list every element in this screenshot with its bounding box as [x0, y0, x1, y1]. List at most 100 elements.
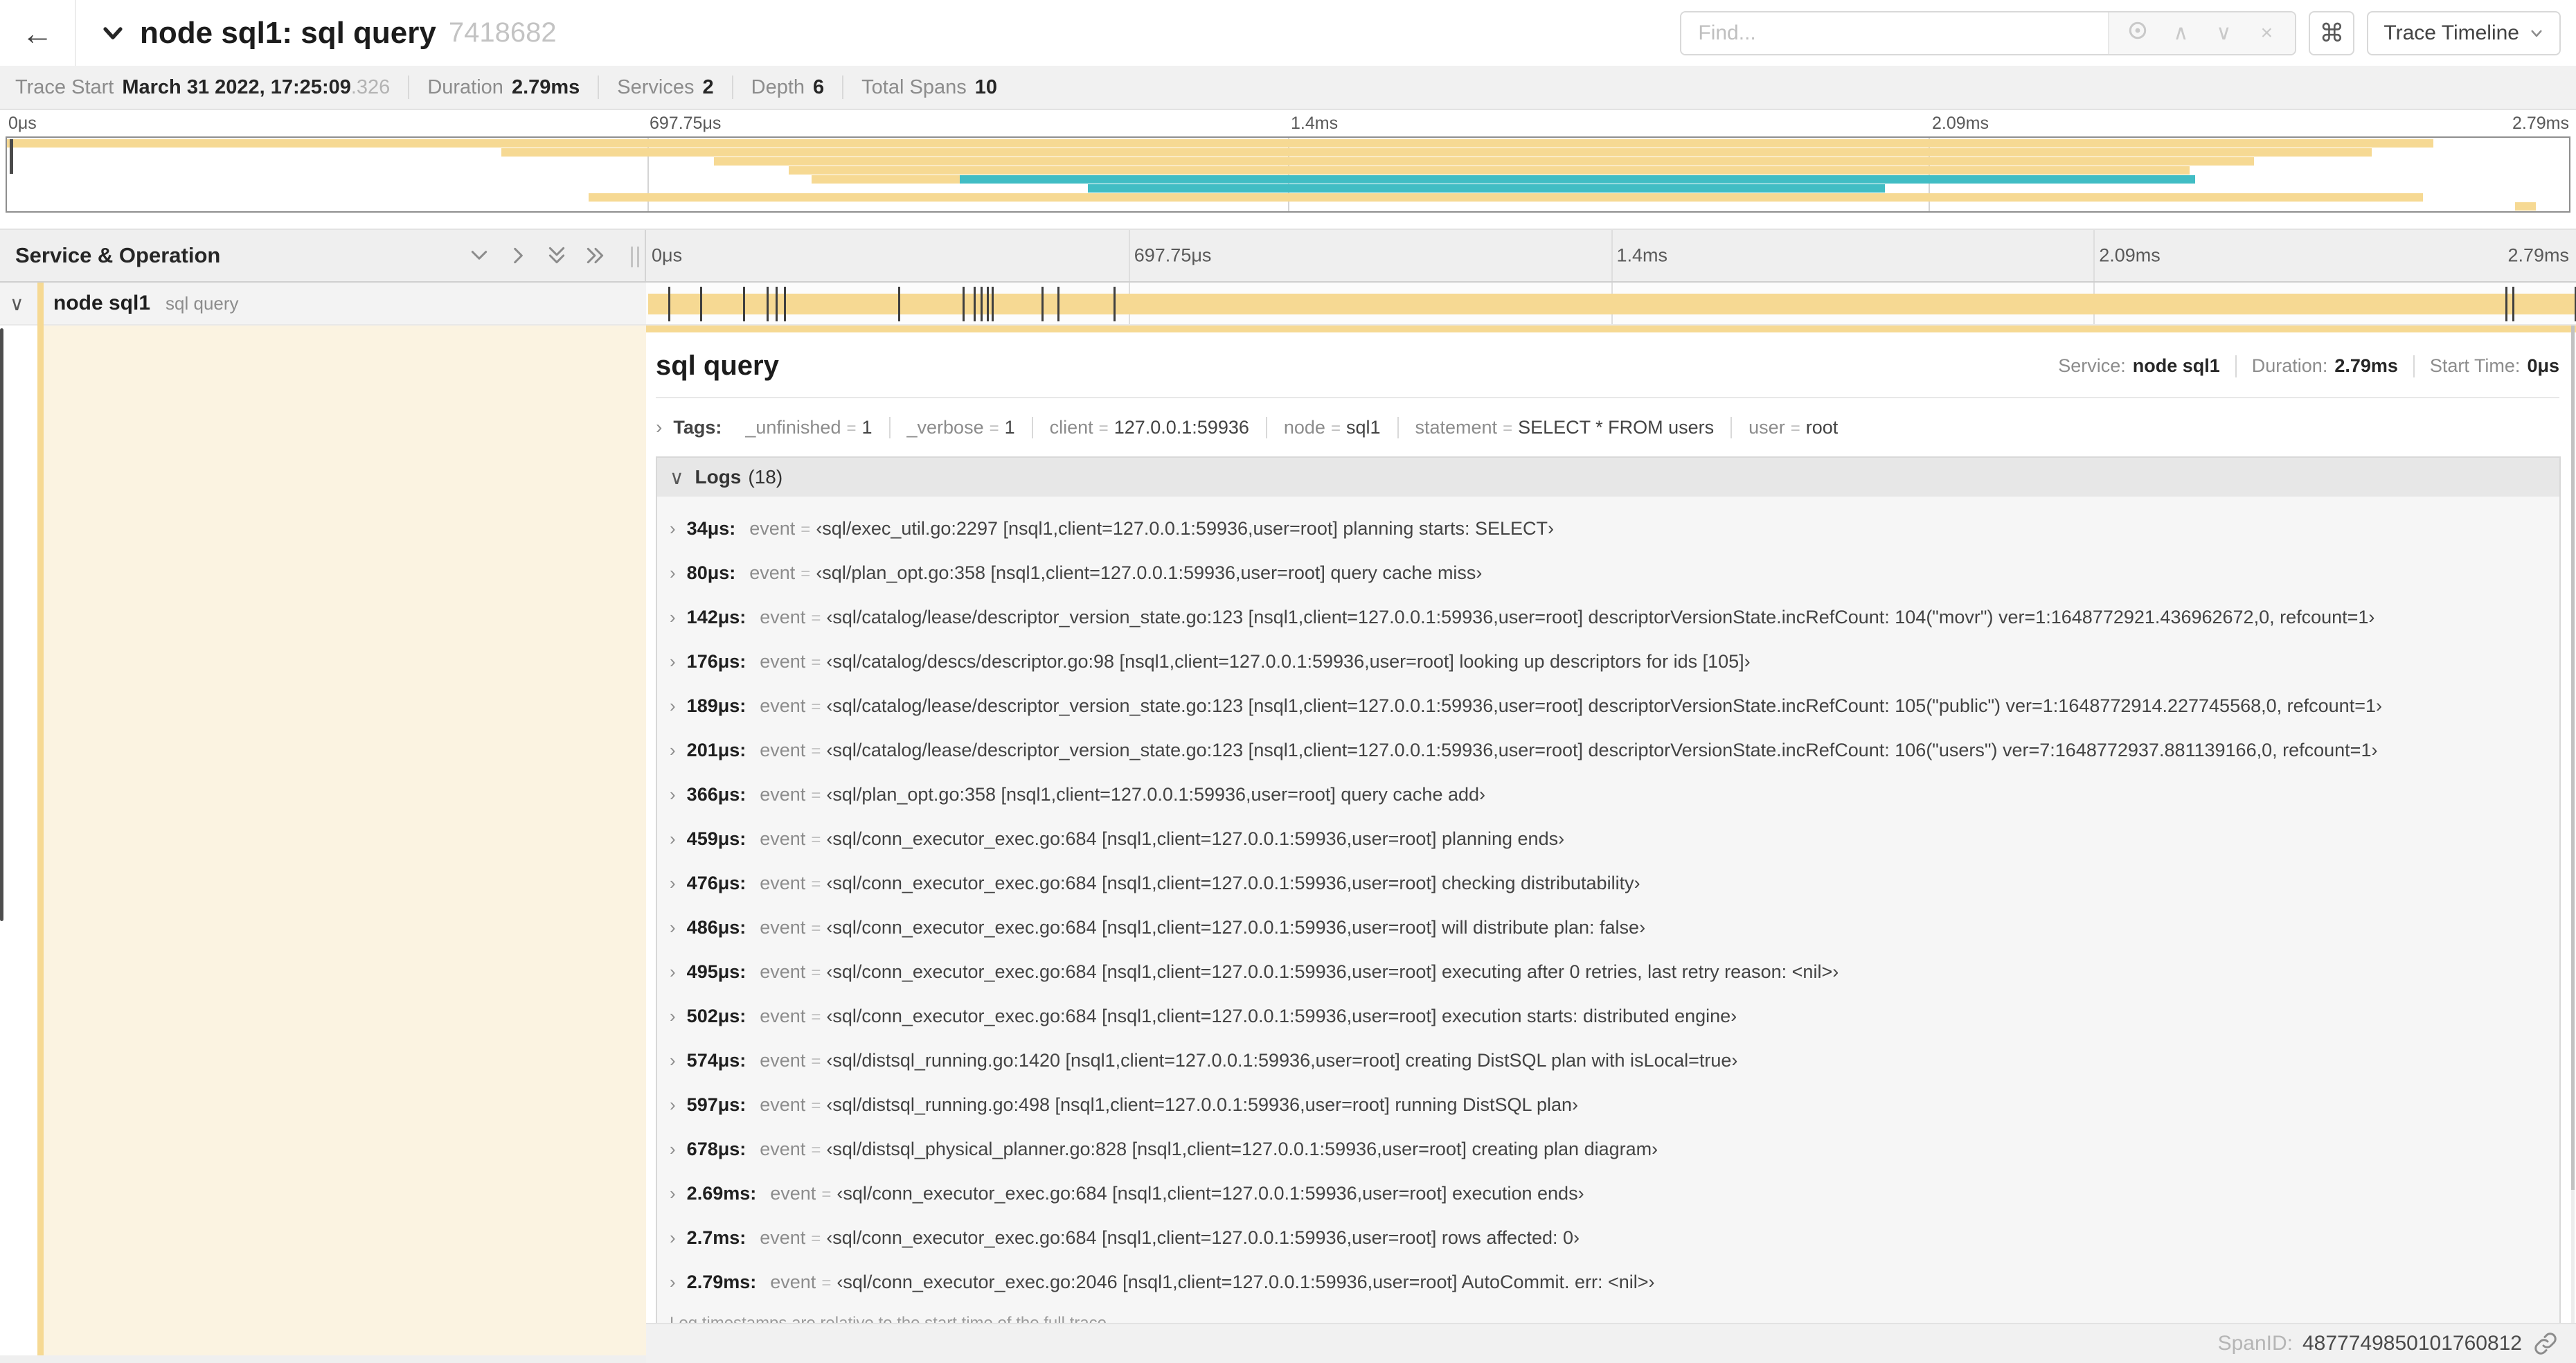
log-field: event = ‹sql/exec_util.go:2297 [nsql1,clie… — [749, 518, 1554, 540]
trace-collapse-chevron-icon[interactable] — [101, 21, 125, 45]
log-row[interactable]: › 2.7ms: event = ‹sql/conn_executor_exec.go:… — [657, 1215, 2559, 1260]
trace-minimap[interactable] — [6, 136, 2570, 213]
back-button[interactable]: ← — [0, 0, 76, 66]
stat-label: Service: — [2058, 355, 2126, 376]
span-row-name-cell[interactable]: ∨ node sql1 sql query — [0, 283, 646, 326]
locate-icon[interactable] — [2116, 20, 2159, 46]
find-prev-icon[interactable]: ∧ — [2159, 21, 2202, 45]
span-row-timeline-cell[interactable] — [646, 283, 2576, 324]
log-tick — [775, 287, 778, 321]
tag-item[interactable]: client = 127.0.0.1:59936 — [1031, 416, 1266, 438]
log-timestamp: 366μs: — [686, 783, 746, 805]
log-row[interactable]: › 476μs: event = ‹sql/conn_executor_exec.go:… — [657, 861, 2559, 905]
log-timestamp: 80μs: — [686, 562, 736, 583]
link-icon[interactable] — [2533, 1331, 2558, 1356]
ruler-tick-label: 2.79ms — [2507, 244, 2569, 266]
log-key: event — [760, 828, 806, 849]
collapse-one-icon[interactable] — [469, 245, 490, 266]
tag-item[interactable]: statement = SELECT * FROM users — [1397, 416, 1731, 438]
log-row[interactable]: › 201μs: event = ‹sql/catalog/lease/descript… — [657, 728, 2559, 772]
stat-value: node sql1 — [2132, 355, 2220, 376]
log-row[interactable]: › 189μs: event = ‹sql/catalog/lease/descript… — [657, 684, 2559, 728]
tag-item[interactable]: node = sql1 — [1265, 416, 1397, 438]
log-value: ‹sql/conn_executor_exec.go:684 [nsql1,cl… — [837, 1182, 1584, 1204]
log-tick — [992, 287, 994, 321]
find-clear-icon[interactable]: × — [2245, 21, 2288, 45]
log-value: ‹sql/conn_executor_exec.go:684 [nsql1,cl… — [826, 961, 1839, 982]
log-timestamp: 2.69ms: — [686, 1182, 757, 1204]
find-input[interactable] — [1681, 12, 2109, 54]
tags-label: Tags: — [673, 416, 722, 438]
log-row[interactable]: › 176μs: event = ‹sql/catalog/descs/descript… — [657, 639, 2559, 684]
log-key: event — [760, 872, 806, 893]
log-timestamp: 142μs: — [686, 606, 746, 627]
log-row[interactable]: › 2.79ms: event = ‹sql/conn_executor_exec.go… — [657, 1260, 2559, 1304]
minimap-drag-handle[interactable] — [10, 139, 13, 174]
log-value: ‹sql/catalog/lease/descriptor_version_st… — [826, 695, 2382, 716]
log-tick — [897, 287, 900, 321]
trace-meta-bar: Trace Start March 31 2022, 17:25:09.326 Du… — [0, 66, 2576, 110]
keyboard-shortcuts-button[interactable]: ⌘ — [2309, 10, 2355, 55]
log-field: event = ‹sql/catalog/lease/descriptor_vers… — [760, 695, 2382, 717]
equals-sign: = — [811, 697, 821, 716]
log-expand-chevron-icon: › — [670, 650, 676, 672]
log-row[interactable]: › 502μs: event = ‹sql/conn_executor_exec.go:… — [657, 994, 2559, 1038]
log-timestamp: 201μs: — [686, 739, 746, 760]
collapse-all-icon[interactable] — [546, 245, 567, 266]
log-row[interactable]: › 678μs: event = ‹sql/distsql_physical_plann… — [657, 1127, 2559, 1171]
divider — [656, 397, 2559, 398]
log-value: ‹sql/exec_util.go:2297 [nsql1,client=127… — [816, 517, 1554, 539]
log-row[interactable]: › 597μs: event = ‹sql/distsql_running.go:498… — [657, 1083, 2559, 1127]
detail-operation-title: sql query — [656, 350, 779, 381]
log-key: event — [760, 1138, 806, 1159]
log-row[interactable]: › 574μs: event = ‹sql/distsql_running.go:142… — [657, 1038, 2559, 1083]
equals-sign: = — [989, 418, 999, 438]
right-scrollbar-thumb[interactable] — [2571, 326, 2575, 1190]
logs-header[interactable]: ∨ Logs (18) — [657, 458, 2559, 497]
tags-row[interactable]: › Tags: _unfinished = 1 _verbose = 1 client = 12… — [656, 416, 2576, 438]
detail-header: sql query Service: node sql1 Duration: 2.79… — [656, 350, 2576, 382]
view-dropdown-label: Trace Timeline — [2383, 21, 2519, 44]
log-row[interactable]: › 486μs: event = ‹sql/conn_executor_exec.go:… — [657, 905, 2559, 950]
log-row[interactable]: › 34μs: event = ‹sql/exec_util.go:2297 [nsql… — [657, 506, 2559, 551]
log-timestamp: 176μs: — [686, 650, 746, 672]
log-row[interactable]: › 80μs: event = ‹sql/plan_opt.go:358 [nsql1,… — [657, 551, 2559, 595]
ruler-tick-label: 697.75μs — [1134, 244, 1212, 266]
log-row[interactable]: › 459μs: event = ‹sql/conn_executor_exec.go:… — [657, 817, 2559, 861]
log-value: ‹sql/conn_executor_exec.go:2046 [nsql1,c… — [837, 1271, 1655, 1292]
expand-all-icon[interactable] — [585, 245, 606, 266]
span-row: ∨ node sql1 sql query — [0, 283, 2576, 326]
span-duration-bar[interactable] — [648, 294, 2576, 314]
expand-one-icon[interactable] — [508, 245, 528, 266]
log-field: event = ‹sql/conn_executor_exec.go:684 [ns… — [760, 1227, 1580, 1249]
equals-sign: = — [811, 785, 821, 805]
equals-sign: = — [821, 1184, 832, 1204]
log-row[interactable]: › 495μs: event = ‹sql/conn_executor_exec.go:… — [657, 950, 2559, 994]
log-key: event — [760, 606, 806, 627]
equals-sign: = — [821, 1273, 832, 1292]
log-tick — [2512, 287, 2515, 321]
ruler-tick-label: 1.4ms — [1616, 244, 1668, 266]
log-row[interactable]: › 142μs: event = ‹sql/catalog/lease/descript… — [657, 595, 2559, 639]
tag-item[interactable]: _verbose = 1 — [888, 416, 1032, 438]
meta-label: Services — [617, 75, 695, 98]
column-resize-grip[interactable] — [631, 247, 639, 267]
equals-sign: = — [811, 741, 821, 760]
equals-sign: = — [811, 874, 821, 893]
timeline-header-row: Service & Operation 0μs 697.75μs 1.4ms 2… — [0, 229, 2576, 283]
logs-block: ∨ Logs (18) › 34μs: event = ‹sql/exec_util.g… — [656, 456, 2561, 1348]
log-row[interactable]: › 366μs: event = ‹sql/plan_opt.go:358 [nsql1… — [657, 772, 2559, 817]
tag-item[interactable]: user = root — [1730, 416, 1854, 438]
find-next-icon[interactable]: ∨ — [2202, 21, 2245, 45]
minimap-span-bar — [1088, 184, 1886, 193]
log-tick — [742, 287, 745, 321]
equals-sign: = — [811, 1229, 821, 1248]
log-timestamp: 189μs: — [686, 695, 746, 716]
log-expand-chevron-icon: › — [670, 1182, 676, 1204]
span-collapse-chevron-icon[interactable]: ∨ — [10, 292, 24, 315]
view-dropdown-button[interactable]: Trace Timeline — [2367, 10, 2561, 55]
equals-sign: = — [800, 564, 811, 583]
tag-item[interactable]: _unfinished = 1 — [728, 417, 888, 438]
left-scrollbar-thumb[interactable] — [0, 328, 3, 921]
log-row[interactable]: › 2.69ms: event = ‹sql/conn_executor_exec.go… — [657, 1171, 2559, 1215]
